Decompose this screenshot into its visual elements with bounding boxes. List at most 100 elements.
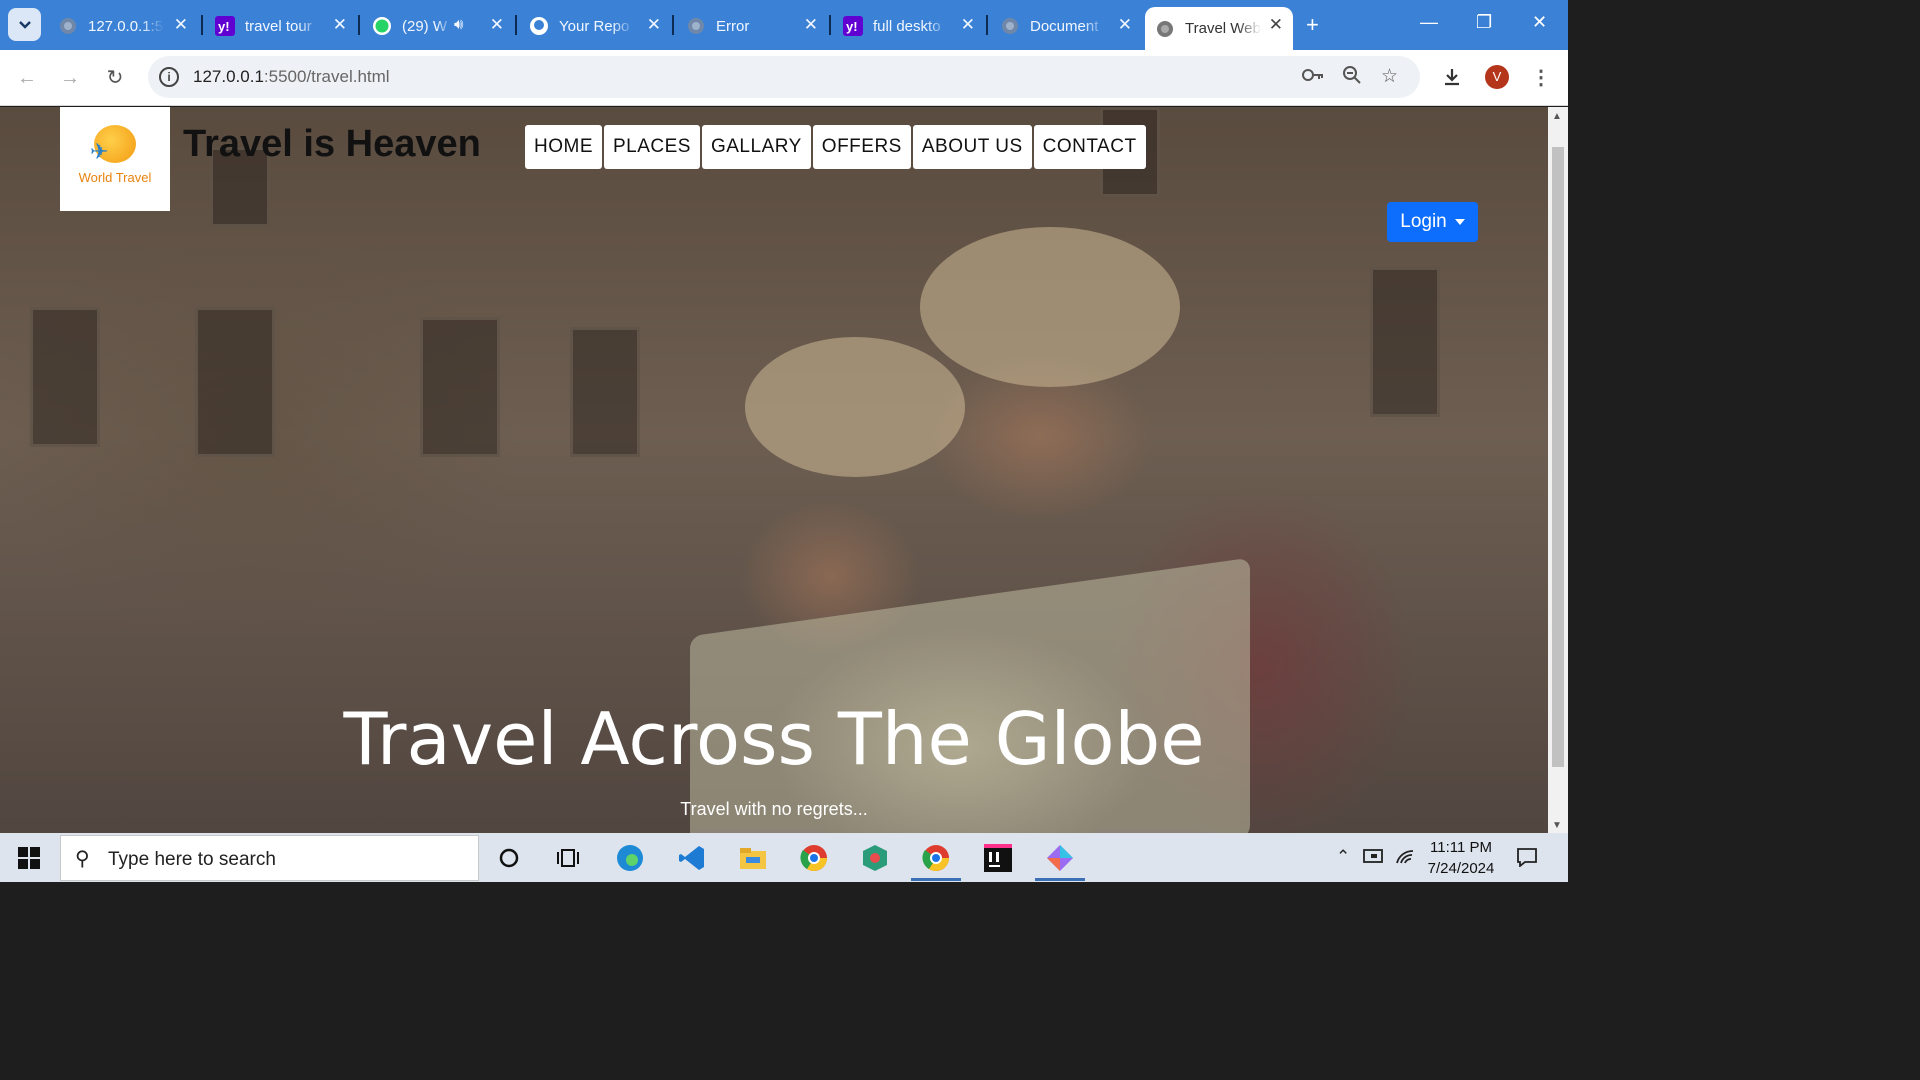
tab-divider bbox=[201, 15, 203, 35]
browser-tab[interactable]: Document ✕ bbox=[990, 8, 1142, 44]
edge-browser-icon[interactable] bbox=[614, 842, 646, 874]
svg-text:y!: y! bbox=[218, 19, 230, 34]
close-icon[interactable]: ✕ bbox=[1269, 15, 1283, 35]
browser-tab[interactable]: (29) W 🔊︎ ✕ bbox=[362, 8, 514, 44]
nav-item-about-us[interactable]: ABOUT US bbox=[912, 125, 1032, 169]
hero-title: Travel Across The Globe bbox=[343, 697, 1205, 781]
wifi-icon[interactable] bbox=[1395, 847, 1415, 870]
close-window-button[interactable]: ✕ bbox=[1532, 12, 1547, 33]
globe-icon bbox=[686, 16, 706, 36]
chrome-icon-active[interactable] bbox=[920, 842, 952, 874]
close-icon[interactable]: ✕ bbox=[647, 15, 661, 35]
browser-tab-active[interactable]: Travel Web ✕ bbox=[1145, 7, 1293, 50]
site-title: Travel is Heaven bbox=[183, 123, 481, 165]
url-text[interactable]: 127.0.0.1:5500/travel.html bbox=[193, 67, 390, 87]
tab-divider bbox=[515, 15, 517, 35]
tab-search-button[interactable] bbox=[8, 8, 41, 41]
tab-title: full deskto bbox=[873, 17, 941, 35]
hero-subtitle: Travel with no regrets... bbox=[680, 799, 868, 819]
browser-tab[interactable]: y! full deskto ✕ bbox=[833, 8, 985, 44]
tray-device-icon[interactable] bbox=[1363, 847, 1385, 870]
whatsapp-icon bbox=[372, 16, 392, 36]
minimize-button[interactable]: — bbox=[1420, 12, 1438, 33]
tab-title: Error bbox=[716, 17, 750, 35]
file-explorer-icon[interactable] bbox=[737, 842, 769, 874]
close-icon[interactable]: ✕ bbox=[961, 15, 975, 35]
app-diamond-icon[interactable] bbox=[1044, 842, 1076, 874]
tab-divider bbox=[986, 15, 988, 35]
tab-title: 127.0.0.1:5 bbox=[88, 17, 164, 35]
tab-title: (29) W bbox=[402, 17, 447, 35]
vscode-icon[interactable] bbox=[676, 842, 708, 874]
back-icon[interactable]: ← bbox=[15, 66, 39, 90]
task-view-icon[interactable] bbox=[552, 842, 584, 874]
close-icon[interactable]: ✕ bbox=[333, 15, 347, 35]
login-dropdown-button[interactable]: Login bbox=[1387, 202, 1478, 242]
browser-tab[interactable]: y! travel tour ✕ bbox=[205, 8, 357, 44]
browser-toolbar: ← → ↻ i 127.0.0.1:5500/travel.html ☆ V ⋮ bbox=[0, 50, 1568, 106]
globe-icon bbox=[1000, 16, 1020, 36]
scrollbar-thumb[interactable] bbox=[1552, 147, 1564, 767]
tab-title: Your Repo bbox=[559, 17, 630, 35]
site-info-icon[interactable]: i bbox=[159, 67, 179, 87]
nav-item-places[interactable]: PLACES bbox=[604, 125, 700, 169]
airplane-icon: ✈ bbox=[90, 139, 109, 164]
new-tab-button[interactable]: + bbox=[1306, 12, 1319, 38]
running-app-indicator bbox=[1035, 878, 1085, 881]
chrome-icon[interactable] bbox=[798, 842, 830, 874]
taskbar-clock[interactable]: 11:11 PM 7/24/2024 bbox=[1418, 837, 1504, 879]
page-viewport: ✈ World Travel Travel is Heaven HOME PLA… bbox=[0, 107, 1548, 833]
site-logo[interactable]: ✈ World Travel bbox=[60, 107, 170, 211]
login-label: Login bbox=[1400, 211, 1447, 232]
profile-avatar[interactable]: V bbox=[1485, 65, 1509, 89]
browser-tab[interactable]: Your Repo ✕ bbox=[519, 8, 671, 44]
notifications-icon[interactable] bbox=[1516, 847, 1538, 872]
windows-start-icon[interactable] bbox=[18, 847, 40, 874]
menu-kebab-icon[interactable]: ⋮ bbox=[1529, 66, 1553, 90]
tab-title: travel tour bbox=[245, 17, 312, 35]
globe-icon bbox=[58, 16, 78, 36]
app-shield-icon[interactable] bbox=[859, 842, 891, 874]
password-key-icon[interactable] bbox=[1301, 65, 1325, 91]
nav-item-offers[interactable]: OFFERS bbox=[812, 125, 911, 169]
scroll-up-arrow-icon[interactable]: ▲ bbox=[1552, 111, 1562, 122]
zoom-icon[interactable] bbox=[1342, 65, 1362, 91]
tray-chevron-up-icon[interactable]: ⌃ bbox=[1336, 847, 1350, 867]
download-icon[interactable] bbox=[1440, 66, 1464, 90]
close-icon[interactable]: ✕ bbox=[1118, 15, 1132, 35]
browser-tab[interactable]: 127.0.0.1:5 ✕ bbox=[48, 8, 198, 44]
clock-time: 11:11 PM bbox=[1430, 839, 1492, 856]
nav-item-contact[interactable]: CONTACT bbox=[1033, 125, 1146, 169]
speaker-icon[interactable]: 🔊︎ bbox=[454, 16, 463, 33]
tab-divider bbox=[829, 15, 831, 35]
forward-icon[interactable]: → bbox=[58, 66, 82, 90]
tab-title: Travel Web bbox=[1185, 20, 1261, 37]
address-bar[interactable]: i 127.0.0.1:5500/travel.html ☆ bbox=[148, 56, 1420, 98]
search-icon: ⚲ bbox=[75, 848, 90, 870]
page-scrollbar[interactable]: ▲ ▼ bbox=[1548, 107, 1568, 833]
clock-date: 7/24/2024 bbox=[1427, 860, 1495, 877]
close-icon[interactable]: ✕ bbox=[174, 15, 188, 35]
chevron-down-icon bbox=[18, 20, 31, 29]
logo-text: World Travel bbox=[78, 170, 152, 185]
search-placeholder: Type here to search bbox=[108, 849, 276, 870]
restore-button[interactable]: ❐ bbox=[1476, 12, 1492, 33]
taskbar-search-box[interactable]: ⚲ Type here to search bbox=[60, 835, 479, 881]
nav-item-home[interactable]: HOME bbox=[525, 125, 602, 169]
scroll-down-arrow-icon[interactable]: ▼ bbox=[1552, 820, 1562, 831]
close-icon[interactable]: ✕ bbox=[490, 15, 504, 35]
browser-tab[interactable]: Error ✕ bbox=[676, 8, 828, 44]
nav-item-gallery[interactable]: GALLARY bbox=[701, 125, 811, 169]
cortana-icon[interactable] bbox=[493, 842, 525, 874]
github-icon bbox=[529, 16, 549, 36]
browser-tab-bar: 127.0.0.1:5 ✕ y! travel tour ✕ (29) W 🔊︎… bbox=[0, 0, 1568, 50]
bookmark-star-icon[interactable]: ☆ bbox=[1381, 65, 1398, 88]
tab-title: Document bbox=[1030, 17, 1099, 35]
main-nav: HOME PLACES GALLARY OFFERS ABOUT US CONT… bbox=[525, 125, 1146, 169]
intellij-icon[interactable] bbox=[982, 842, 1014, 874]
reload-icon[interactable]: ↻ bbox=[103, 66, 127, 90]
globe-icon bbox=[1155, 19, 1175, 39]
close-icon[interactable]: ✕ bbox=[804, 15, 818, 35]
caret-down-icon bbox=[1454, 219, 1465, 225]
yahoo-icon: y! bbox=[215, 16, 235, 36]
